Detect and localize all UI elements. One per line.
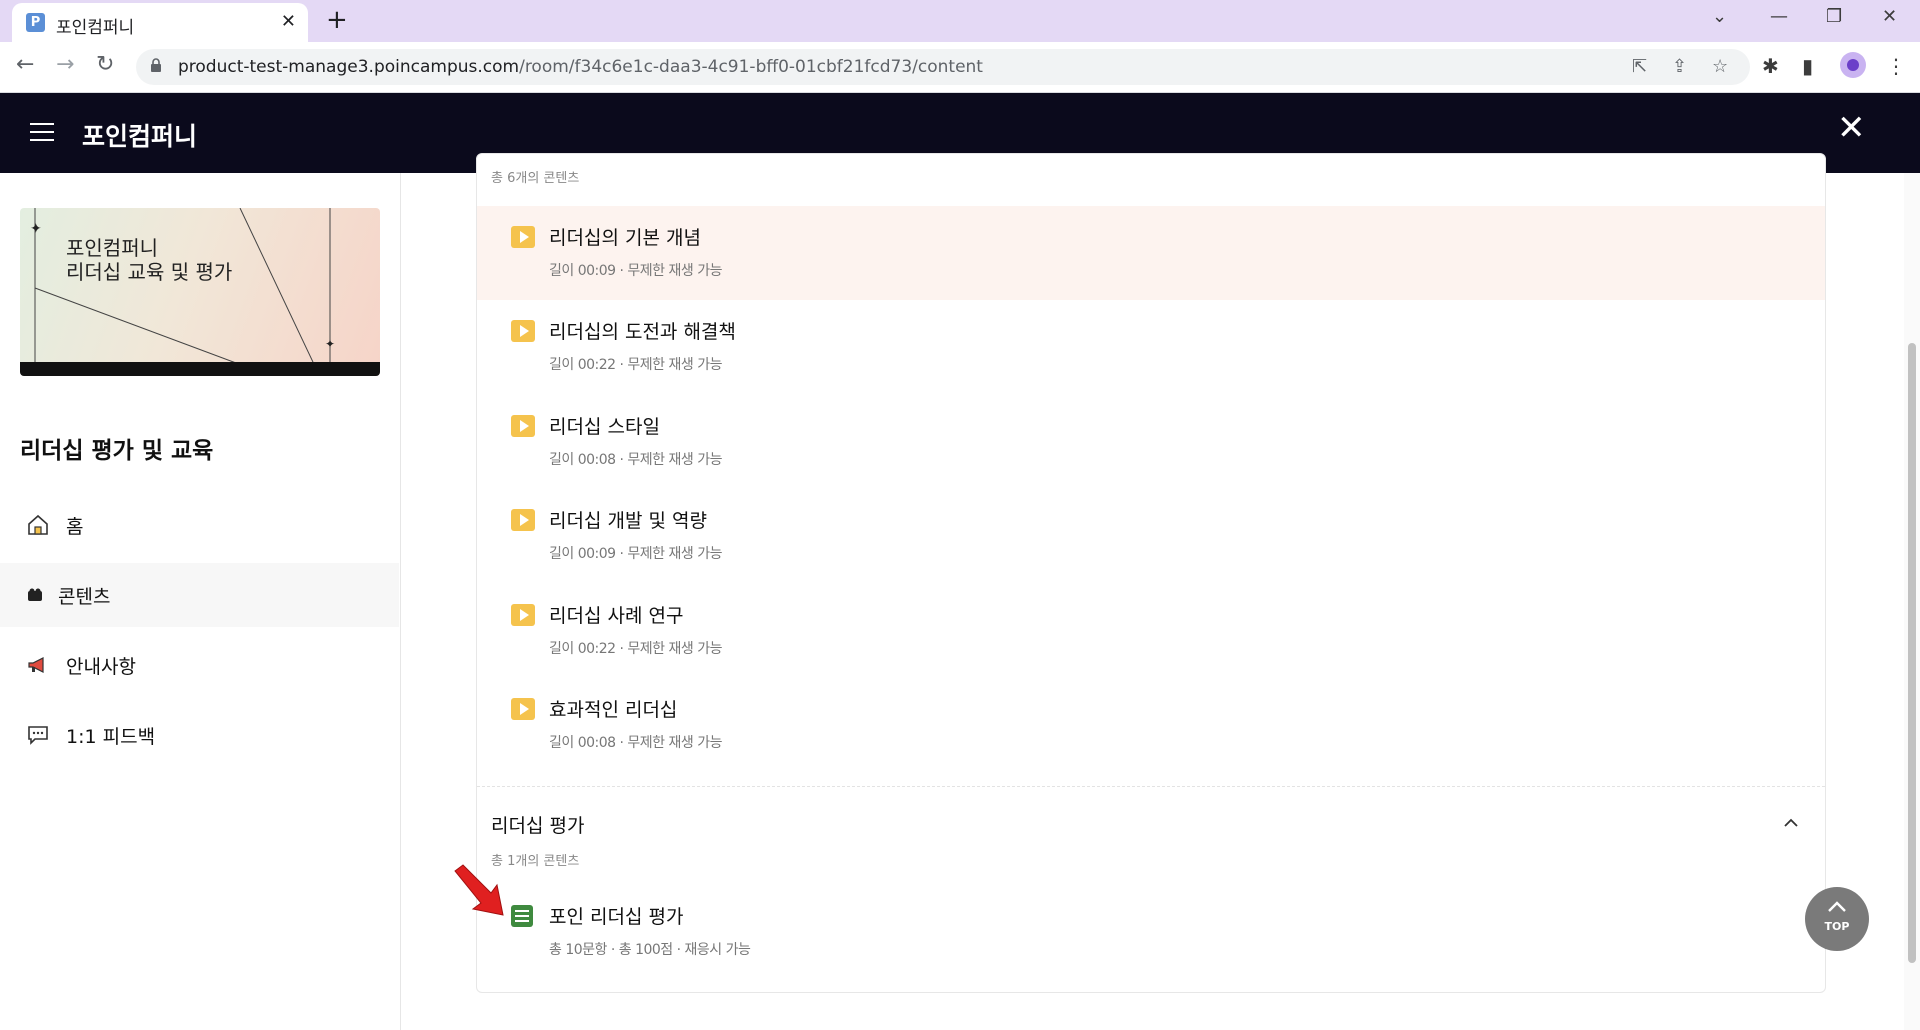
quiz-item[interactable]: 포인 리더십 평가 총 10문항 · 총 100점 · 재응시 가능: [477, 885, 1825, 979]
address-bar[interactable]: product-test-manage3.poincampus.com/room…: [136, 49, 1750, 85]
play-icon: [511, 604, 535, 626]
sidebar-item-feedback[interactable]: 1:1 피드백: [0, 703, 399, 767]
lock-icon: [151, 58, 161, 72]
play-icon: [511, 509, 535, 531]
sidebar-item-label: 콘텐츠: [58, 586, 111, 608]
browser-toolbar: ← → ↻ product-test-manage3.poincampus.co…: [0, 42, 1920, 93]
share-icon[interactable]: ⇪: [1672, 56, 1687, 77]
quiz-item-title: 포인 리더십 평가: [549, 906, 684, 928]
content-item[interactable]: 리더십의 기본 개념 길이 00:09 · 무제한 재생 가능: [477, 206, 1825, 300]
section-title: 리더십 평가: [491, 815, 585, 837]
content-item[interactable]: 리더십 개발 및 역량 길이 00:09 · 무제한 재생 가능: [477, 489, 1825, 583]
play-icon: [511, 320, 535, 342]
favicon-icon: P: [26, 13, 45, 32]
sidebar-item-content[interactable]: 콘텐츠: [0, 563, 399, 627]
browser-tab[interactable]: P 포인컴퍼니 ✕: [12, 3, 308, 42]
home-icon: [28, 514, 48, 535]
course-thumbnail: ✦ ✦ 포인컴퍼니 리더십 교육 및 평가: [20, 208, 380, 376]
forward-icon[interactable]: →: [56, 52, 74, 77]
restore-icon[interactable]: ❐: [1826, 6, 1842, 27]
content-item-meta: 길이 00:08 · 무제한 재생 가능: [549, 452, 722, 468]
thumbnail-text: 포인컴퍼니 리더십 교육 및 평가: [66, 236, 232, 284]
window-close-icon[interactable]: ✕: [1882, 6, 1897, 27]
chat-icon: [28, 726, 48, 745]
minimize-icon[interactable]: —: [1770, 6, 1788, 27]
course-title: 리더십 평가 및 교육: [20, 438, 214, 464]
url-host: product-test-manage3.poincampus.com: [178, 57, 520, 77]
megaphone-icon: [28, 657, 44, 673]
menu-kebab-icon[interactable]: ⋮: [1886, 54, 1906, 78]
content-item[interactable]: 리더십 사례 연구 길이 00:22 · 무제한 재생 가능: [477, 584, 1825, 678]
content-main: 총 6개의 콘텐츠 리더십의 기본 개념 길이 00:09 · 무제한 재생 가…: [401, 153, 1896, 1030]
scrollbar-thumb[interactable]: [1908, 343, 1916, 963]
url-text: product-test-manage3.poincampus.com/room…: [178, 57, 983, 77]
page-scrollbar[interactable]: [1904, 173, 1920, 1030]
sidebar-item-label: 홈: [66, 516, 84, 538]
url-path: /room/f34c6e1c-daa3-4c91-bff0-01cbf21fcd…: [519, 57, 983, 77]
open-in-app-icon[interactable]: ⇱: [1632, 56, 1647, 77]
thumbnail-bar: [20, 362, 380, 376]
content-item-meta: 길이 00:22 · 무제한 재생 가능: [549, 641, 722, 657]
hamburger-menu-icon[interactable]: [30, 123, 54, 141]
back-icon[interactable]: ←: [16, 52, 34, 77]
section-divider: [477, 786, 1825, 787]
content-item[interactable]: 효과적인 리더십 길이 00:08 · 무제한 재생 가능: [477, 678, 1825, 772]
close-icon[interactable]: ✕: [1837, 111, 1866, 145]
sidebar-item-notice[interactable]: 안내사항: [0, 633, 399, 697]
scroll-top-label: TOP: [1824, 920, 1850, 933]
thumbnail-decoration: ✦ ✦: [30, 208, 335, 376]
annotation-arrow-icon: [454, 864, 504, 916]
chevron-up-icon[interactable]: [1781, 813, 1801, 833]
content-icon: [28, 588, 42, 601]
sidebar-item-label: 안내사항: [66, 656, 136, 678]
quiz-item-meta: 총 10문항 · 총 100점 · 재응시 가능: [549, 942, 751, 958]
side-panel-icon[interactable]: ▮: [1802, 54, 1813, 78]
thumbnail-line2: 리더십 교육 및 평가: [66, 260, 233, 284]
svg-text:✦: ✦: [30, 221, 42, 237]
brand-title: 포인컴퍼니: [82, 122, 198, 151]
sidebar: ✦ ✦ 포인컴퍼니 리더십 교육 및 평가 리더십 평가 및 교육 홈 콘텐츠 …: [0, 173, 401, 1030]
tab-title: 포인컴퍼니: [56, 18, 135, 38]
tab-search-chevron-icon[interactable]: ⌄: [1712, 6, 1727, 27]
new-tab-icon[interactable]: +: [326, 5, 348, 35]
play-icon: [511, 226, 535, 248]
content-item-title: 효과적인 리더십: [549, 699, 678, 721]
content-item[interactable]: 리더십의 도전과 해결책 길이 00:22 · 무제한 재생 가능: [477, 300, 1825, 394]
section-count: 총 6개의 콘텐츠: [491, 171, 580, 186]
profile-avatar[interactable]: [1840, 52, 1866, 78]
tab-close-icon[interactable]: ✕: [281, 11, 296, 32]
content-item-meta: 길이 00:09 · 무제한 재생 가능: [549, 263, 722, 279]
sidebar-item-label: 1:1 피드백: [66, 726, 156, 748]
content-item-title: 리더십의 기본 개념: [549, 227, 701, 249]
svg-text:✦: ✦: [325, 337, 335, 351]
chevron-up-icon: [1828, 901, 1846, 912]
reload-icon[interactable]: ↻: [96, 52, 114, 77]
play-icon: [511, 698, 535, 720]
content-item-title: 리더십 스타일: [549, 416, 660, 438]
content-item-meta: 길이 00:09 · 무제한 재생 가능: [549, 546, 722, 562]
bookmark-star-icon[interactable]: ☆: [1712, 56, 1728, 77]
content-item-meta: 길이 00:22 · 무제한 재생 가능: [549, 357, 722, 373]
content-item-meta: 길이 00:08 · 무제한 재생 가능: [549, 735, 722, 751]
browser-tab-strip: P 포인컴퍼니 ✕ + ⌄ — ❐ ✕: [0, 0, 1920, 42]
content-item-title: 리더십의 도전과 해결책: [549, 321, 736, 343]
quiz-list-icon: [511, 905, 533, 927]
sidebar-item-home[interactable]: 홈: [0, 493, 399, 557]
play-icon: [511, 415, 535, 437]
content-item-title: 리더십 개발 및 역량: [549, 510, 707, 532]
thumbnail-line1: 포인컴퍼니: [66, 236, 158, 260]
content-item[interactable]: 리더십 스타일 길이 00:08 · 무제한 재생 가능: [477, 395, 1825, 489]
extensions-icon[interactable]: ✱: [1762, 54, 1779, 78]
scroll-top-button[interactable]: TOP: [1805, 887, 1869, 951]
content-item-title: 리더십 사례 연구: [549, 605, 684, 627]
